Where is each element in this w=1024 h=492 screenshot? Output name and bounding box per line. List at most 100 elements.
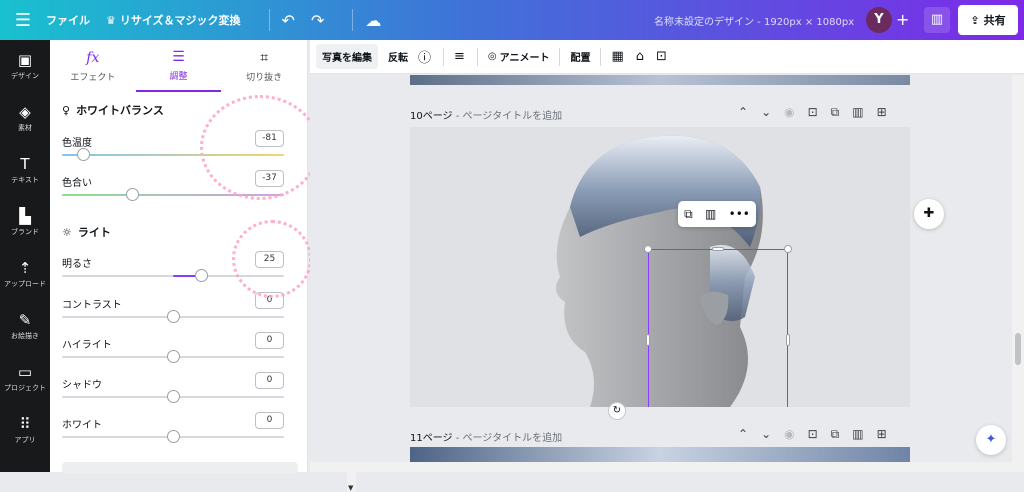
slider-value-input[interactable]: 0 [255,372,284,389]
page-title[interactable]: 11ページ - ページタイトルを追加 [410,429,562,444]
trash-icon[interactable]: ▥ [705,207,716,221]
canvas-area: 10ページ - ページタイトルを追加 ⌃ ⌄ ◉ ⊡ ⧉ ▥ ⊞ ⧉ ▥ •••… [310,75,1014,472]
page-number: 10ページ [410,111,453,122]
rail-item-draw[interactable]: ✎ お絵描き [0,300,50,352]
rail-item-brand[interactable]: ▙ ブランド [0,196,50,248]
slider-value-input[interactable]: 0 [255,412,284,429]
add-page-icon[interactable]: ⊞ [877,105,887,120]
animate-button[interactable]: ◎ アニメート [488,49,550,64]
rail-label: お絵描き [11,332,39,340]
canvas-scrollbar[interactable] [1012,75,1024,472]
undo-icon[interactable]: ↶ [282,11,295,30]
canvas-horizontal-scrollbar[interactable] [310,462,1012,472]
eye-icon[interactable]: ◉ [784,427,794,442]
chevron-up-icon[interactable]: ⌃ [738,427,748,442]
border-style-icon[interactable]: ≡ [454,49,465,64]
trash-icon[interactable]: ▥ [852,427,863,442]
rail-item-projects[interactable]: ▭ プロジェクト [0,352,50,404]
redo-icon[interactable]: ↷ [311,11,324,30]
slider-handle[interactable] [167,430,180,443]
slider-handle[interactable] [167,390,180,403]
photo-toolbar: 写真を編集 反転 ⓘ ≡ ◎ アニメート 配置 ▦ ⌂ ⊡ [310,40,1024,74]
light-heading: ☼ ライト [62,224,111,240]
transparency-icon[interactable]: ▦ [611,49,623,64]
slider-handle[interactable] [77,148,91,161]
duplicate-icon[interactable]: ⧉ [831,427,840,442]
upload-icon: ⇡ [18,259,32,277]
rail-item-text[interactable]: T テキスト [0,144,50,196]
slider-row: ホワイト 0 [62,412,284,456]
avatar[interactable]: Y [866,7,892,33]
sliders-icon: ☰ [172,48,185,65]
divider [352,9,354,31]
position-label: 配置 [570,53,591,64]
info-icon[interactable]: ⓘ [418,47,431,66]
rail-item-apps[interactable]: ⠿ アプリ [0,404,50,456]
chevron-down-icon[interactable]: ⌄ [761,105,771,120]
magic-icon[interactable]: ✦ [976,425,1006,455]
page-title[interactable]: 10ページ - ページタイトルを追加 [410,107,562,122]
resize-handle[interactable] [646,334,650,346]
add-page-icon[interactable]: ⊞ [877,427,887,442]
chevron-up-icon[interactable]: ⌃ [738,105,748,120]
scrollbar-thumb[interactable] [1015,333,1021,365]
position-button[interactable]: 配置 [570,49,590,64]
tab-adjust[interactable]: ☰ 調整 [135,40,222,92]
rail-item-elements[interactable]: ◈ 素材 [0,92,50,144]
chevron-down-icon[interactable]: ⌄ [761,427,771,442]
rail-item-upload[interactable]: ⇡ アップロード [0,248,50,300]
trash-icon[interactable]: ▥ [852,105,863,120]
rotate-icon[interactable]: ↻ [608,402,626,420]
slider-handle[interactable] [125,188,139,201]
sun-icon: ☼ [62,225,72,239]
selection-box[interactable] [644,245,792,407]
resize-handle[interactable] [712,247,724,251]
lock-icon[interactable]: ⊡ [808,427,818,442]
share-label: 共有 [983,14,1006,27]
slider-value-input[interactable]: 0 [255,332,284,349]
cloud-sync-icon[interactable]: ☁ [365,11,381,30]
elements-icon: ◈ [19,103,31,121]
resize-handle[interactable] [784,245,792,253]
left-rail: ▣ デザイン ◈ 素材 T テキスト ▙ ブランド ⇡ アップロード ✎ お絵描き ▭ プロジ… [0,40,50,472]
divider [268,9,270,31]
resize-button[interactable]: ♛ リサイズ＆マジック変換 [106,12,241,28]
tab-effects[interactable]: fx エフェクト [50,40,136,92]
insights-icon[interactable]: ▥ [924,7,950,33]
add-member-icon[interactable]: + [896,10,909,29]
slider-handle[interactable] [167,350,180,363]
menu-icon[interactable]: ☰ [0,10,46,31]
edit-photo-button[interactable]: 写真を編集 [316,44,378,69]
comment-icon[interactable]: ✚ [914,199,944,229]
slider-label: ハイライト [62,340,112,351]
divider [559,47,561,66]
eye-icon[interactable]: ◉ [784,105,794,120]
panel-footer-box[interactable] [62,462,298,474]
scroll-down-icon[interactable]: ▼ [348,484,353,492]
white-balance-heading: ♀ ホワイトバランス [62,102,164,118]
resize-handle[interactable] [786,334,790,346]
flip-button[interactable]: 反転 [388,49,408,64]
copy-icon[interactable]: ⧉ [684,207,693,222]
share-button[interactable]: ⇪ 共有 [958,5,1018,35]
more-icon[interactable]: ••• [729,207,750,221]
file-menu[interactable]: ファイル [46,12,90,28]
slider-label: シャドウ [62,380,102,391]
animate-label: アニメート [499,53,550,64]
share-icon: ⇪ [970,13,980,27]
tab-crop[interactable]: ⌗ 切り抜き [221,40,307,92]
lock-icon[interactable]: ⊡ [656,49,667,64]
design-page[interactable]: ⧉ ▥ ••• [410,127,910,407]
tab-label: 切り抜き [246,72,283,83]
slider-handle[interactable] [167,310,180,323]
page-actions: ⌃ ⌄ ◉ ⊡ ⧉ ▥ ⊞ [738,105,887,120]
resize-handle[interactable] [644,245,652,253]
duplicate-icon[interactable]: ⧉ [831,105,840,120]
lock-icon[interactable]: ⊡ [808,105,818,120]
slider-handle[interactable] [194,269,208,282]
annotation-circle [200,95,320,200]
paint-roller-icon[interactable]: ⌂ [636,49,644,64]
document-title[interactable]: 名称未設定のデザイン - 1920px × 1080px [654,13,854,28]
crop-icon: ⌗ [260,49,269,66]
rail-item-design[interactable]: ▣ デザイン [0,40,50,92]
